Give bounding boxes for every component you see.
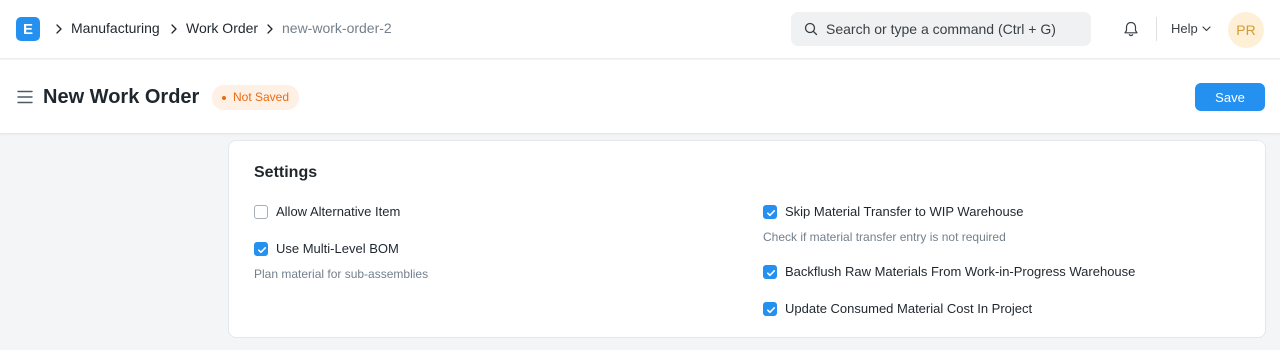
checkbox[interactable] (254, 205, 268, 219)
help-menu[interactable]: Help (1171, 21, 1198, 36)
help-text: Plan material for sub-assemblies (254, 267, 429, 281)
section-title: Settings (254, 164, 318, 181)
help-text: Check if material transfer entry is not … (763, 230, 1006, 244)
save-button[interactable]: Save (1195, 83, 1265, 111)
user-avatar[interactable]: PR (1228, 12, 1264, 48)
checkbox-label[interactable]: Backflush Raw Materials From Work-in-Pro… (785, 264, 1135, 280)
menu-icon[interactable] (17, 90, 33, 104)
status-dot (222, 96, 226, 100)
checkbox[interactable] (763, 265, 777, 279)
settings-section: Settings Allow Alternative Item Use Mult… (228, 140, 1266, 338)
status-badge: Not Saved (212, 85, 300, 110)
search-icon (804, 22, 818, 36)
status-text: Not Saved (233, 90, 290, 104)
page-header: New Work Order Not Saved Save (0, 60, 1280, 134)
search-input[interactable]: Search or type a command (Ctrl + G) (791, 12, 1091, 46)
checkbox-label[interactable]: Allow Alternative Item (276, 204, 400, 220)
breadcrumb-current: new-work-order-2 (282, 20, 392, 36)
chevron-down-icon[interactable] (1202, 26, 1211, 32)
navbar: E Manufacturing Work Order new-work-orde… (0, 0, 1280, 59)
search-placeholder: Search or type a command (Ctrl + G) (826, 21, 1056, 37)
chevron-right-icon (267, 24, 273, 34)
check-icon (767, 210, 776, 217)
breadcrumb-work-order[interactable]: Work Order (186, 20, 258, 37)
checkbox[interactable] (254, 242, 268, 256)
breadcrumb-manufacturing[interactable]: Manufacturing (71, 20, 160, 37)
check-icon (767, 270, 776, 277)
checkbox-label[interactable]: Update Consumed Material Cost In Project (785, 301, 1032, 317)
navbar-divider (1156, 17, 1157, 41)
checkbox[interactable] (763, 205, 777, 219)
checkbox-label[interactable]: Skip Material Transfer to WIP Warehouse (785, 204, 1023, 220)
check-icon (767, 307, 776, 314)
app-logo[interactable]: E (16, 17, 40, 41)
checkbox-label[interactable]: Use Multi-Level BOM (276, 241, 399, 257)
chevron-right-icon (56, 24, 62, 34)
checkbox[interactable] (763, 302, 777, 316)
bell-icon[interactable] (1122, 20, 1140, 38)
chevron-right-icon (171, 24, 177, 34)
check-icon (258, 247, 267, 254)
page-title: New Work Order (43, 86, 200, 108)
